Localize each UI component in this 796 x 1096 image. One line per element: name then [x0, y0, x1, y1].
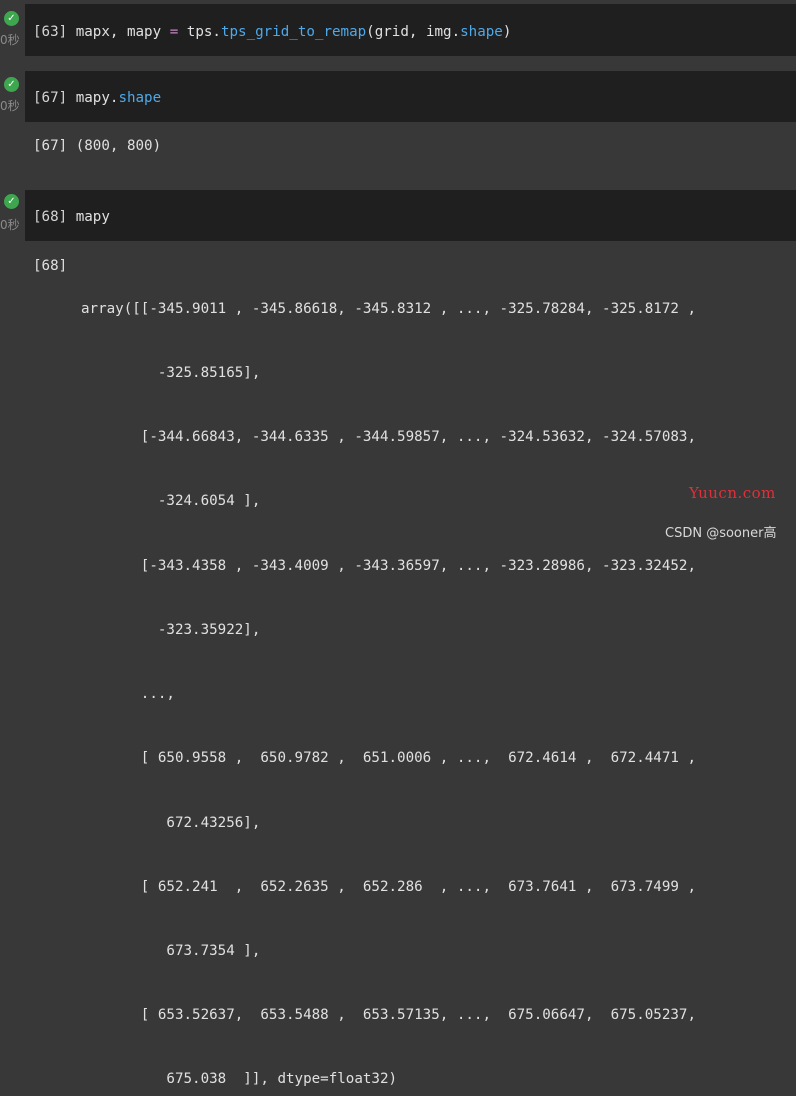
code-token: (grid, img.: [366, 24, 460, 40]
code-line: [63] mapx, mapy = tps.tps_grid_to_remap(…: [33, 23, 511, 41]
output-prompt: [68]: [33, 256, 67, 277]
code-token: ): [503, 24, 512, 40]
code-token: mapx, mapy: [76, 24, 170, 40]
check-circle-icon: ✓: [4, 77, 19, 92]
code-token: mapy.: [76, 90, 119, 106]
output-line: -325.85165],: [81, 363, 696, 384]
exec-time: 0秒: [0, 97, 20, 114]
output-line: array([[-345.9011 , -345.86618, -345.831…: [81, 299, 696, 320]
output-line: [ 652.241 , 652.2635 , 652.286 , ..., 67…: [81, 877, 696, 898]
output-line: [ 650.9558 , 650.9782 , 651.0006 , ..., …: [81, 748, 696, 769]
check-circle-icon: ✓: [4, 194, 19, 209]
code-line: [67] mapy.shape: [33, 89, 161, 107]
code-token: tps.: [178, 24, 221, 40]
output-line: -323.35922],: [81, 620, 696, 641]
watermark-site: Yuucn.com: [689, 484, 776, 502]
output-prompt: [67]: [33, 138, 67, 154]
code-token: tps_grid_to_remap: [221, 24, 366, 40]
check-circle-icon: ✓: [4, 11, 19, 26]
code-cell[interactable]: [68] mapy: [25, 190, 796, 241]
code-token: mapy: [76, 209, 110, 225]
exec-time: 0秒: [0, 216, 20, 233]
output-block: [68] array([[-345.9011 , -345.86618, -34…: [33, 256, 50, 320]
code-line: [68] mapy: [33, 208, 110, 226]
output-line: -324.6054 ],: [81, 491, 696, 512]
prompt: [67]: [33, 90, 67, 106]
output-line: 672.43256],: [81, 813, 696, 834]
output-line: [-344.66843, -344.6335 , -344.59857, ...…: [81, 427, 696, 448]
prompt: [68]: [33, 209, 67, 225]
array-output: array([[-345.9011 , -345.86618, -345.831…: [81, 256, 696, 1096]
output-line: [ 653.52637, 653.5488 , 653.57135, ..., …: [81, 1005, 696, 1026]
output-text: (800, 800): [76, 138, 161, 154]
output-line: 673.7354 ],: [81, 941, 696, 962]
output-line: 675.038 ]], dtype=float32): [81, 1069, 696, 1090]
prompt: [63]: [33, 24, 67, 40]
output-line: ...,: [81, 684, 696, 705]
code-token: =: [170, 24, 179, 40]
watermark-author: CSDN @sooner高: [665, 522, 776, 541]
code-cell[interactable]: [63] mapx, mapy = tps.tps_grid_to_remap(…: [25, 4, 796, 56]
code-token: shape: [460, 24, 503, 40]
exec-time: 0秒: [0, 31, 20, 48]
code-token: shape: [118, 90, 161, 106]
output-line: [67] (800, 800): [33, 136, 161, 157]
output-line: [-343.4358 , -343.4009 , -343.36597, ...…: [81, 556, 696, 577]
code-cell[interactable]: [67] mapy.shape: [25, 71, 796, 122]
